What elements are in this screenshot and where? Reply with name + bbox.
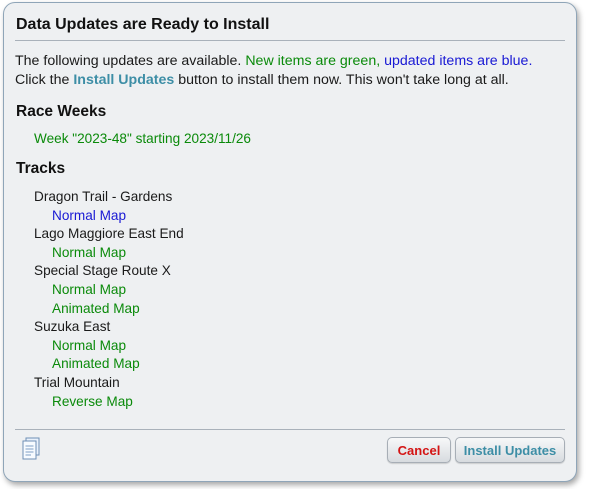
title-divider	[15, 40, 565, 41]
intro-blue-note: updated items are blue.	[384, 53, 533, 69]
document-icon[interactable]	[20, 437, 42, 461]
race-week-item: Week "2023-48" starting 2023/11/26	[34, 131, 251, 146]
track-map-item: Normal Map	[52, 281, 127, 297]
footer-divider	[15, 429, 565, 430]
track-name: Special Stage Route X	[34, 263, 171, 279]
track-map-item: Normal Map	[52, 337, 127, 353]
race-weeks-heading: Race Weeks	[16, 103, 107, 120]
cancel-button[interactable]: Cancel	[387, 437, 451, 463]
track-name: Lago Maggiore East End	[34, 226, 184, 242]
intro-part1: The following updates are available.	[15, 53, 246, 69]
intro-line2-suffix: button to install them now. This won't t…	[174, 72, 509, 88]
install-updates-reference: Install Updates	[73, 72, 175, 88]
track-map-item: Normal Map	[52, 244, 127, 260]
track-name: Dragon Trail - Gardens	[34, 189, 173, 204]
update-dialog: Data Updates are Ready to Install The fo…	[3, 2, 577, 482]
track-map-item: Animated Map	[52, 356, 140, 372]
track-map-item: Animated Map	[52, 300, 140, 316]
install-updates-button[interactable]: Install Updates	[455, 437, 565, 463]
track-name: Trial Mountain	[34, 374, 120, 390]
intro-green-note: New items are green,	[245, 53, 381, 69]
track-map-item: Reverse Map	[52, 393, 133, 409]
intro-text: The following updates are available. New…	[15, 52, 570, 90]
dialog-title: Data Updates are Ready to Install	[16, 16, 270, 33]
tracks-heading: Tracks	[16, 160, 66, 177]
track-map-item: Normal Map	[52, 207, 127, 223]
intro-line2-prefix: Click the	[15, 72, 74, 88]
track-name: Suzuka East	[34, 319, 111, 335]
track-list: Dragon Trail - Gardens Normal Map Lago Mag…	[34, 188, 184, 411]
